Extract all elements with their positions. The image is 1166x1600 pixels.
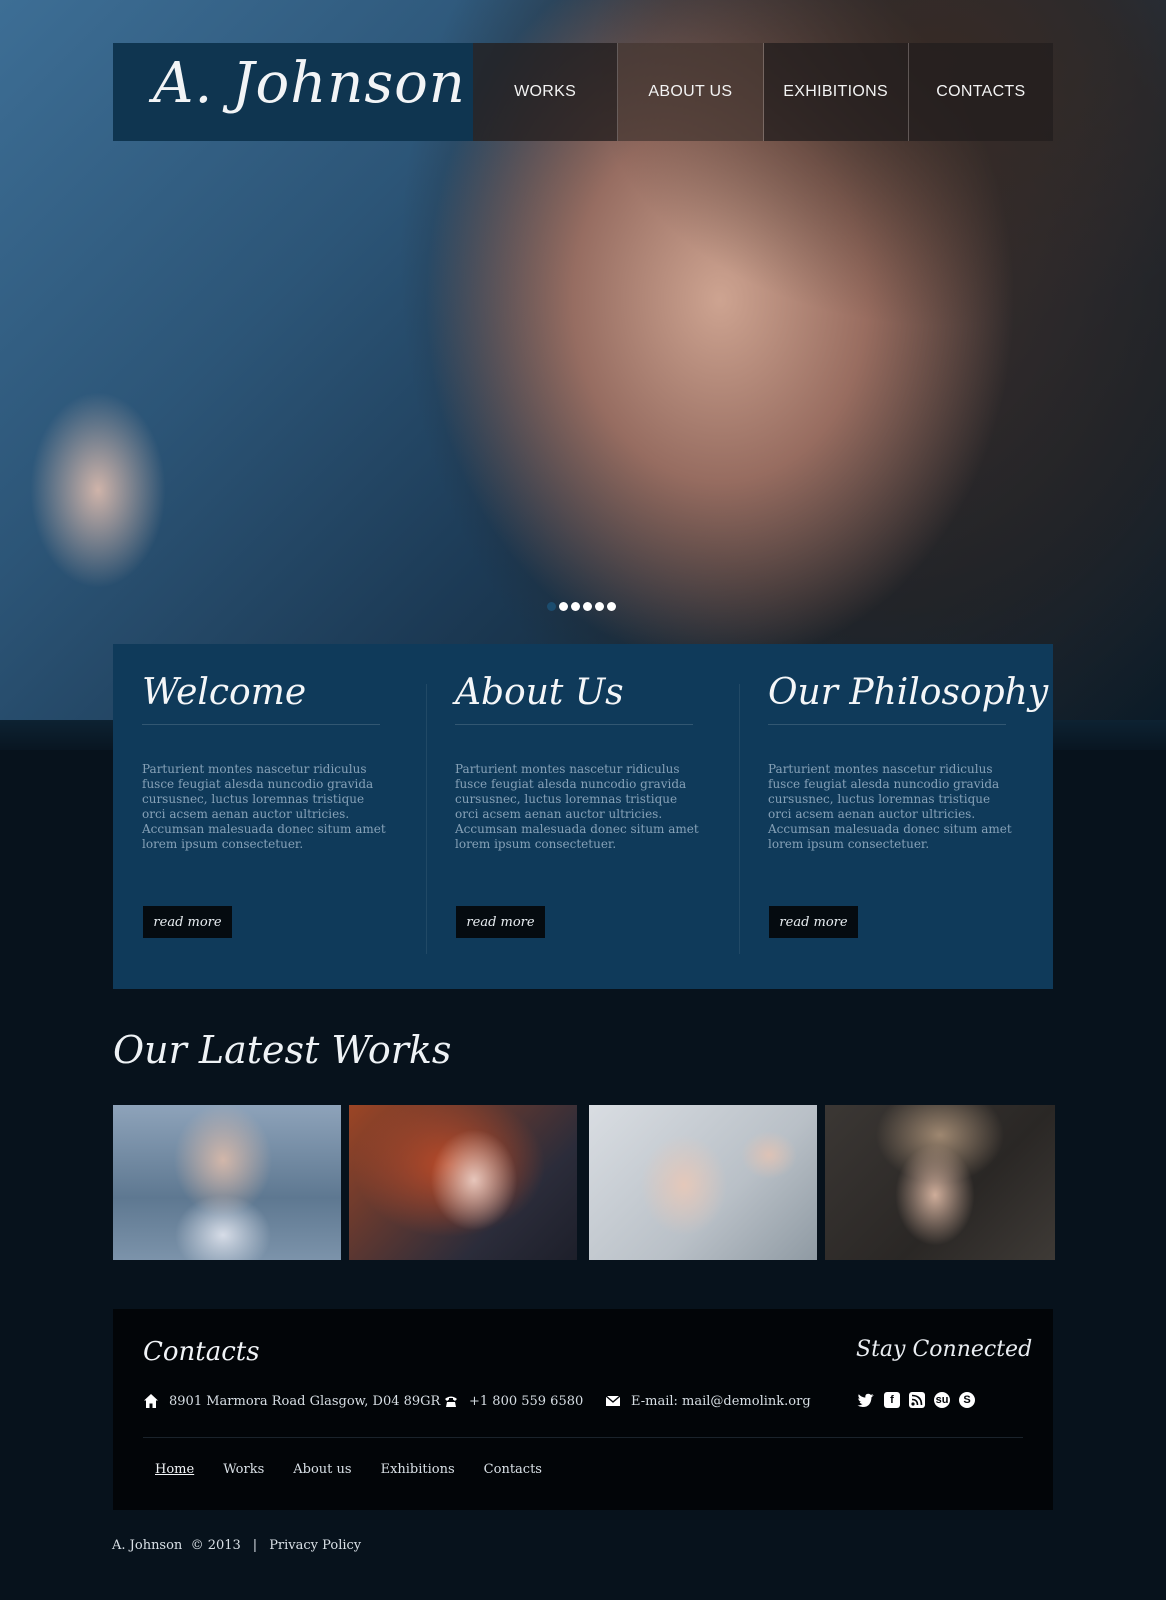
works-title: Our Latest Works	[113, 1028, 452, 1072]
feature-our-philosophy: Our Philosophy Parturient montes nascetu…	[739, 644, 1052, 989]
slider-dot[interactable]	[595, 602, 604, 611]
read-more-button[interactable]: read more	[769, 906, 858, 938]
work-thumbnail[interactable]	[589, 1105, 817, 1260]
footer-link-about-us[interactable]: About us	[293, 1462, 351, 1477]
slider-dot[interactable]	[559, 602, 568, 611]
nav-item-works[interactable]: WORKS	[473, 43, 619, 141]
slider-dot[interactable]	[583, 602, 592, 611]
feature-title: Our Philosophy	[768, 672, 1049, 713]
footer-link-works[interactable]: Works	[223, 1462, 264, 1477]
work-thumbnail[interactable]	[113, 1105, 341, 1260]
slider-dot[interactable]	[571, 602, 580, 611]
contacts-title: Contacts	[143, 1337, 260, 1367]
read-more-button[interactable]: read more	[456, 906, 545, 938]
main-nav: WORKS ABOUT US EXHIBITIONS CONTACTS	[473, 43, 1053, 141]
envelope-icon	[605, 1393, 621, 1409]
feature-text: Parturient montes nascetur ridiculus fus…	[768, 762, 1012, 851]
rss-icon[interactable]	[909, 1392, 925, 1408]
logo-text: A. Johnson	[153, 51, 466, 116]
feature-panel: Welcome Parturient montes nascetur ridic…	[113, 644, 1053, 989]
phone-text: +1 800 559 6580	[469, 1393, 584, 1409]
footer-link-home[interactable]: Home	[155, 1462, 194, 1477]
email-text[interactable]: E-mail: mail@demolink.org	[631, 1394, 811, 1409]
phone-icon	[443, 1393, 459, 1409]
slider-dot[interactable]	[607, 602, 616, 611]
facebook-icon[interactable]: f	[884, 1392, 900, 1408]
nav-item-contacts[interactable]: CONTACTS	[908, 43, 1053, 141]
contact-email: E-mail: mail@demolink.org	[605, 1393, 811, 1409]
social-links: f su S	[857, 1392, 975, 1412]
footer-nav: Home Works About us Exhibitions Contacts	[155, 1462, 542, 1477]
stumbleupon-icon[interactable]: su	[934, 1392, 950, 1408]
privacy-policy-link[interactable]: Privacy Policy	[269, 1538, 361, 1553]
slider-pagination	[547, 602, 616, 611]
copyright-separator: |	[252, 1538, 258, 1553]
stay-connected-title: Stay Connected	[856, 1337, 1033, 1362]
footer: Contacts Stay Connected 8901 Marmora Roa…	[113, 1309, 1053, 1510]
footer-divider	[143, 1437, 1023, 1438]
divider	[768, 724, 1006, 725]
footer-link-exhibitions[interactable]: Exhibitions	[381, 1462, 455, 1477]
address-text: 8901 Marmora Road Glasgow, D04 89GR	[169, 1393, 441, 1409]
feature-welcome: Welcome Parturient montes nascetur ridic…	[113, 644, 426, 989]
footer-link-contacts[interactable]: Contacts	[484, 1462, 542, 1477]
copyright: A. Johnson © 2013 | Privacy Policy	[112, 1538, 361, 1553]
feature-about-us: About Us Parturient montes nascetur ridi…	[426, 644, 739, 989]
hero-hand	[8, 370, 208, 630]
work-thumbnail[interactable]	[349, 1105, 577, 1260]
work-thumbnail[interactable]	[825, 1105, 1055, 1260]
feature-title: Welcome	[142, 672, 307, 713]
divider	[142, 724, 380, 725]
slider-dot[interactable]	[547, 602, 556, 611]
logo[interactable]: A. Johnson	[113, 43, 473, 141]
feature-text: Parturient montes nascetur ridiculus fus…	[455, 762, 699, 851]
skype-icon[interactable]: S	[959, 1392, 975, 1408]
feature-title: About Us	[455, 672, 624, 713]
nav-item-exhibitions[interactable]: EXHIBITIONS	[763, 43, 909, 141]
twitter-icon[interactable]	[857, 1392, 875, 1412]
feature-text: Parturient montes nascetur ridiculus fus…	[142, 762, 386, 851]
home-icon	[143, 1393, 159, 1409]
read-more-button[interactable]: read more	[143, 906, 232, 938]
nav-item-about-us[interactable]: ABOUT US	[618, 43, 764, 141]
contact-address: 8901 Marmora Road Glasgow, D04 89GR	[143, 1393, 440, 1409]
contact-phone: +1 800 559 6580	[443, 1393, 583, 1409]
divider	[455, 724, 693, 725]
copyright-text: A. Johnson © 2013	[112, 1538, 241, 1553]
